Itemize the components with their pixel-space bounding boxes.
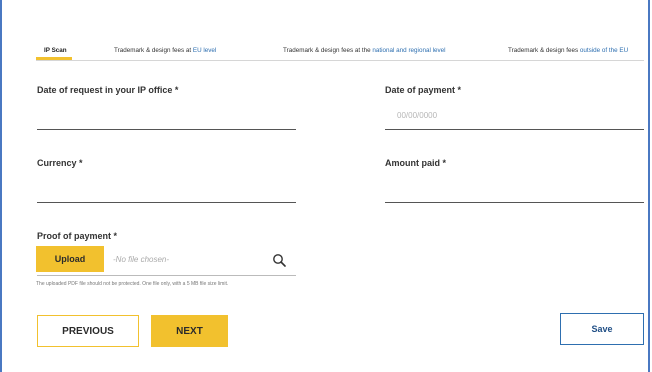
- date-request-label: Date of request in your IP office *: [37, 85, 179, 95]
- date-request-input[interactable]: [37, 129, 296, 130]
- upload-button[interactable]: Upload: [36, 246, 104, 272]
- file-input-line: [37, 275, 296, 276]
- tab-ip-scan[interactable]: IP Scan: [44, 47, 67, 54]
- amount-input[interactable]: [385, 202, 644, 203]
- date-payment-label: Date of payment *: [385, 85, 462, 95]
- previous-button[interactable]: PREVIOUS: [37, 315, 139, 347]
- upload-hint: The uploaded PDF file should not be prot…: [36, 281, 229, 287]
- currency-label: Currency *: [37, 158, 83, 168]
- currency-input[interactable]: [37, 202, 296, 203]
- tab-national-regional[interactable]: Trademark & design fees at the national …: [283, 47, 446, 54]
- date-payment-input[interactable]: [385, 129, 644, 130]
- tab-eu-level[interactable]: Trademark & design fees at EU level: [114, 47, 216, 54]
- amount-label: Amount paid *: [385, 158, 446, 168]
- tab-ip-scan-label: IP Scan: [44, 47, 67, 54]
- next-button[interactable]: NEXT: [151, 315, 228, 347]
- active-tab-indicator: [36, 57, 72, 60]
- tab-bar: IP Scan Trademark & design fees at EU le…: [36, 44, 644, 61]
- tab-national-regional-highlight: national and regional level: [372, 47, 446, 54]
- tab-eu-level-highlight: EU level: [192, 47, 217, 54]
- tab-national-regional-label: Trademark & design fees at the: [283, 47, 373, 54]
- tab-eu-level-label: Trademark & design fees at: [114, 47, 193, 54]
- tab-outside-eu-highlight: outside of the EU: [579, 47, 629, 54]
- search-icon[interactable]: [272, 253, 286, 267]
- tab-outside-eu[interactable]: Trademark & design fees outside of the E…: [508, 47, 628, 54]
- proof-label: Proof of payment *: [37, 231, 118, 241]
- no-file-text: -No file chosen-: [113, 255, 170, 264]
- tab-outside-eu-label: Trademark & design fees: [508, 47, 580, 54]
- date-payment-placeholder[interactable]: 00/00/0000: [397, 111, 437, 120]
- save-button[interactable]: Save: [560, 313, 644, 345]
